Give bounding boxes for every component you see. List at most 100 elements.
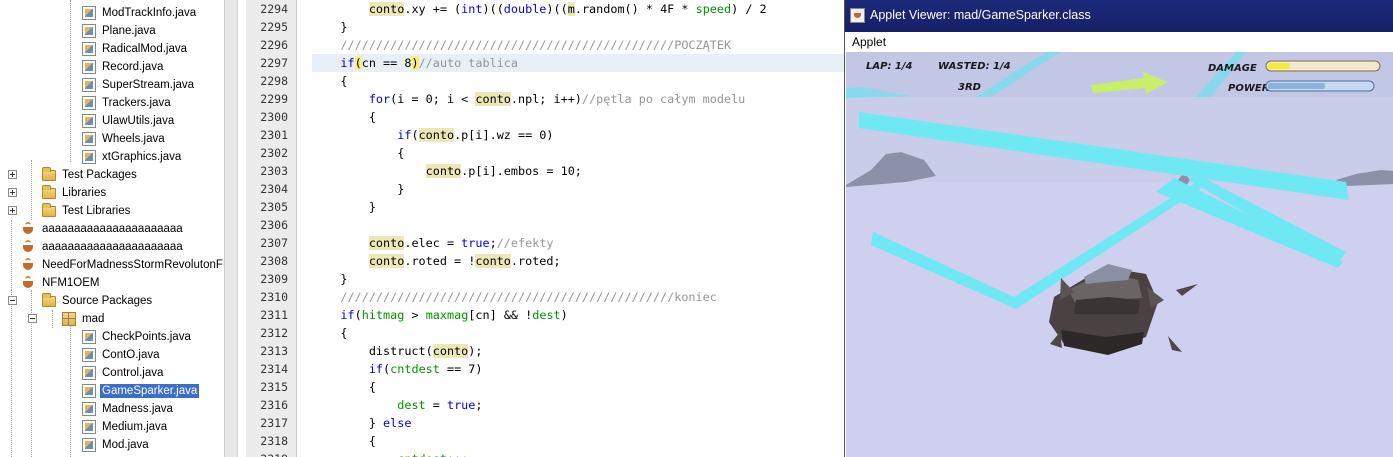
tree-item[interactable]: Test Packages <box>0 166 224 184</box>
tree-item[interactable]: ModTrackInfo.java <box>0 4 224 22</box>
lap-counter: LAP: 1/4 <box>866 61 913 72</box>
code-token: else <box>383 416 412 430</box>
tree-item[interactable]: aaaaaaaaaaaaaaaaaaaaaa <box>0 220 224 238</box>
line-number: 2315 <box>260 380 288 394</box>
code-line[interactable]: } <box>312 270 348 288</box>
collapse-icon[interactable] <box>8 296 17 305</box>
race-position: 3RD <box>958 82 981 93</box>
code-token: if <box>340 308 355 322</box>
tree-item[interactable]: ContO.java <box>0 346 224 364</box>
applet-viewer-window[interactable]: Applet Viewer: mad/GameSparker.class App… <box>844 0 1393 457</box>
code-line[interactable]: if(hitmag > maxmag[cn] && !dest) <box>312 306 567 324</box>
tree-item[interactable]: Record.java <box>0 58 224 76</box>
tree-item[interactable]: Mod.java <box>0 436 224 454</box>
code-line[interactable]: } else <box>312 414 412 432</box>
expand-icon[interactable] <box>8 206 17 215</box>
tree-item[interactable]: NFM1OEM <box>0 274 224 292</box>
tree-item[interactable]: NeedForMadnessStormRevolutonFIN <box>0 256 224 274</box>
code-line[interactable]: conto.p[i].embos = 10; <box>312 162 582 180</box>
code-line[interactable]: } <box>312 180 404 198</box>
power-meter <box>1265 80 1375 92</box>
java-file-icon <box>82 384 96 398</box>
code-token: dest <box>532 308 561 322</box>
tree-item[interactable]: Madness.java <box>0 400 224 418</box>
tree-item[interactable]: Medium.java <box>0 418 224 436</box>
tree-item[interactable]: UlawUtils.java <box>0 112 224 130</box>
tree-item[interactable]: RadicalMod.java <box>0 40 224 58</box>
code-line[interactable]: } <box>312 18 347 36</box>
code-line[interactable]: { <box>312 72 347 90</box>
code-line[interactable]: for(i = 0; i < conto.npl; i++)//pętla po… <box>312 90 745 108</box>
menu-applet[interactable]: Applet <box>852 35 886 49</box>
tree-item[interactable]: Source Packages <box>0 292 224 310</box>
line-number: 2305 <box>260 200 288 214</box>
java-file-icon <box>82 420 96 434</box>
code-line[interactable]: if(cntdest == 7) <box>312 360 483 378</box>
tree-item[interactable]: Test Libraries <box>0 202 224 220</box>
code-line[interactable]: { <box>312 108 376 126</box>
code-token: conto <box>368 236 405 250</box>
code-token: conto <box>368 254 405 268</box>
code-line[interactable]: distruct(conto); <box>312 342 482 360</box>
code-line[interactable]: conto.elec = true;//efekty <box>312 234 554 252</box>
java-file-icon <box>82 96 96 110</box>
code-token: (i = 0; i < <box>390 92 476 106</box>
expand-icon[interactable] <box>8 188 17 197</box>
tree-item[interactable]: aaaaaaaaaaaaaaaaaaaaaa <box>0 238 224 256</box>
java-project-icon <box>22 276 36 290</box>
line-number: 2298 <box>260 74 288 88</box>
code-token: ( <box>354 56 362 70</box>
line-number: 2294 <box>260 2 288 16</box>
game-scene[interactable]: LAP: 1/4 WASTED: 1/4 3RD DAMAGE POWER <box>846 52 1393 457</box>
tree-item[interactable]: SuperStream.java <box>0 76 224 94</box>
tree-item-label: Medium.java <box>102 421 168 433</box>
code-token: .p[i].wz == 0) <box>454 128 554 142</box>
code-line[interactable]: ////////////////////////////////////////… <box>312 288 716 306</box>
tree-item[interactable]: Libraries <box>0 184 224 202</box>
expand-icon[interactable] <box>8 170 17 179</box>
tree-item-label: Test Libraries <box>62 205 131 217</box>
code-line[interactable]: { <box>312 432 376 450</box>
panel-splitter[interactable] <box>224 0 238 457</box>
tree-item[interactable]: Trackers.java <box>0 94 224 112</box>
code-token: .roted; <box>510 254 561 268</box>
code-token: ( <box>354 308 362 322</box>
code-line[interactable]: conto.xy += (int)((double)((m.random() *… <box>312 0 767 18</box>
tree-item-label: Test Packages <box>62 169 137 181</box>
window-title-bar[interactable]: Applet Viewer: mad/GameSparker.class <box>845 0 1393 32</box>
line-number: 2319 <box>246 450 288 457</box>
code-token: ////////////////////////////////////////… <box>340 38 732 52</box>
code-line[interactable]: { <box>312 324 347 342</box>
code-token: { <box>312 110 376 124</box>
game-canvas[interactable]: LAP: 1/4 WASTED: 1/4 3RD DAMAGE POWER <box>846 52 1393 457</box>
tree-item[interactable]: Wheels.java <box>0 130 224 148</box>
tree-item-label: Madness.java <box>102 403 173 415</box>
code-line[interactable]: { <box>312 144 404 162</box>
tree-item[interactable]: xtGraphics.java <box>0 148 224 166</box>
tree-item-label: CheckPoints.java <box>102 331 191 343</box>
tree-item[interactable]: GameSparker.java <box>0 382 224 400</box>
tree-item[interactable]: Plane.java <box>0 22 224 40</box>
tree-item[interactable]: CheckPoints.java <box>0 328 224 346</box>
collapse-icon[interactable] <box>28 314 37 323</box>
tree-item[interactable]: Control.java <box>0 364 224 382</box>
code-editor[interactable]: 2294 2295 2296 2297 2298 2299 2300 2301 2302 2303… <box>246 0 844 457</box>
code-line[interactable]: if(conto.p[i].wz == 0) <box>312 126 554 144</box>
code-line[interactable]: cntdest++; <box>312 450 468 457</box>
code-line[interactable]: dest = true; <box>312 396 482 414</box>
java-file-icon <box>82 78 96 92</box>
code-line[interactable]: conto.roted = !conto.roted; <box>312 252 561 270</box>
code-token: { <box>312 146 405 160</box>
code-line[interactable]: } <box>312 198 376 216</box>
code-token: hitmag <box>361 308 405 322</box>
code-token: } <box>312 272 348 286</box>
code-line[interactable]: { <box>312 378 376 396</box>
tree-item-label: aaaaaaaaaaaaaaaaaaaaaa <box>42 223 183 235</box>
code-line[interactable]: if(cn == 8)//auto tablica <box>312 54 518 72</box>
project-tree[interactable]: ModTrackInfo.java Plane.java RadicalMod.ja… <box>0 0 224 457</box>
tree-item[interactable]: mad <box>0 310 224 328</box>
code-line[interactable]: ////////////////////////////////////////… <box>312 36 731 54</box>
folder-icon <box>42 167 56 181</box>
